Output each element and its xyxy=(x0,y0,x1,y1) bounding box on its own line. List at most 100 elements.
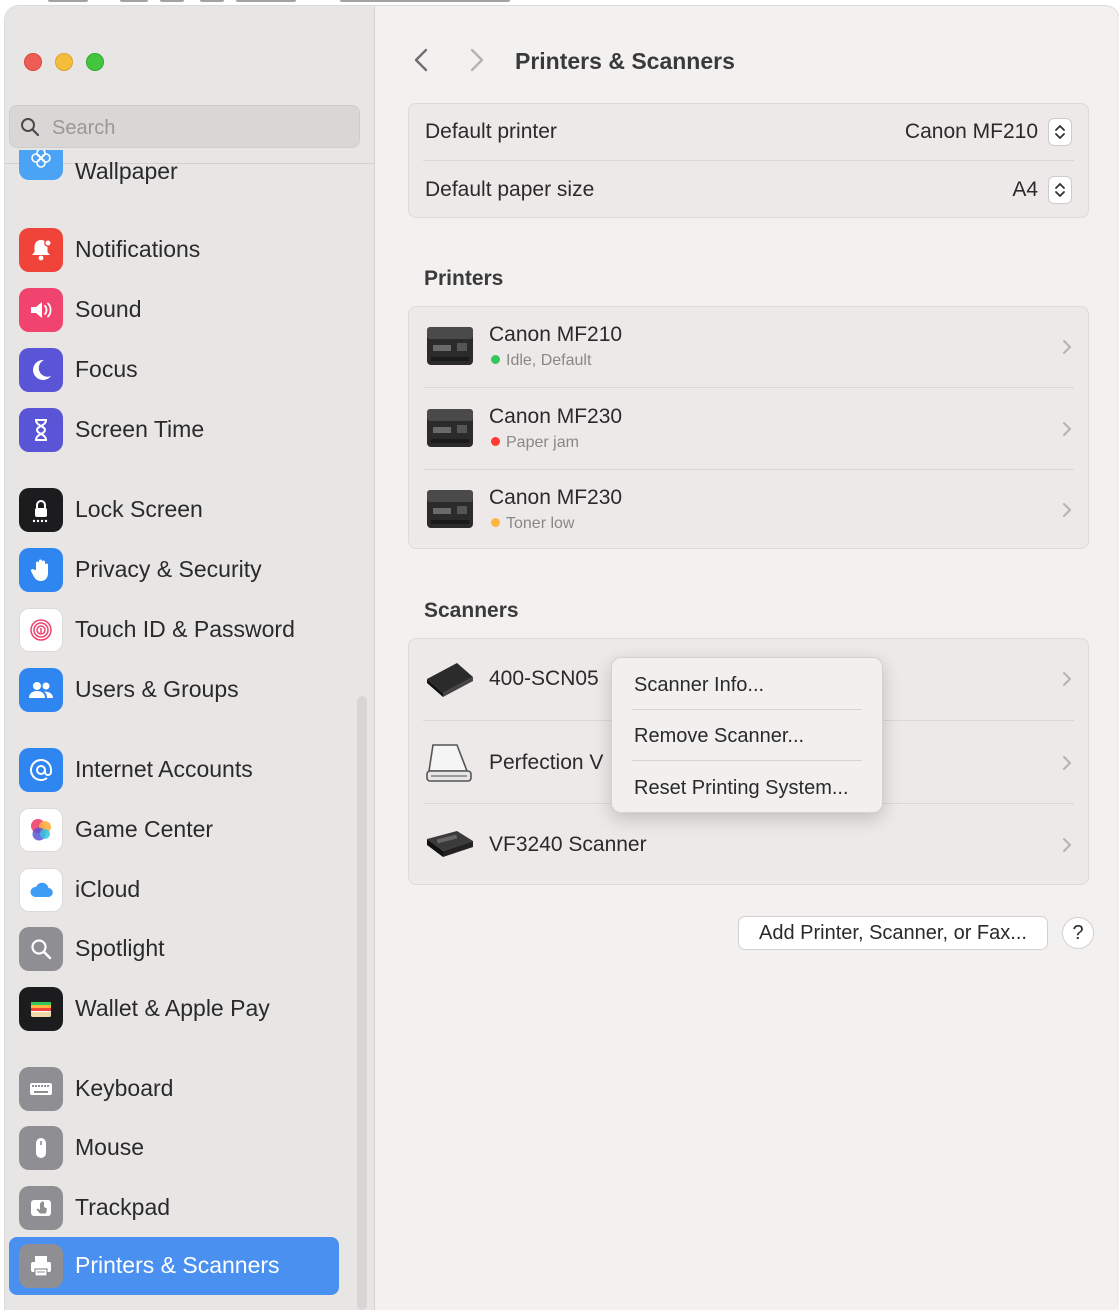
search-placeholder: Search xyxy=(52,117,116,139)
printer-device-icon xyxy=(427,327,473,365)
keyboard-icon xyxy=(19,1067,63,1111)
scanner-context-menu: Scanner Info... Remove Scanner... Reset … xyxy=(611,657,883,813)
sidebar-item-notifications[interactable]: Notifications xyxy=(9,221,339,279)
sidebar-item-label: Notifications xyxy=(75,236,201,262)
help-button[interactable]: ? xyxy=(1062,917,1094,949)
zoom-window-button[interactable] xyxy=(86,53,104,71)
sidebar-item-mouse[interactable]: Mouse xyxy=(9,1119,339,1177)
menu-item-scanner-info[interactable]: Scanner Info... xyxy=(634,674,764,697)
printer-device-icon xyxy=(427,490,473,528)
defaults-card: Default printer Canon MF210 Default pape… xyxy=(408,103,1089,218)
wallet-icon xyxy=(19,987,63,1031)
back-button[interactable] xyxy=(406,44,436,76)
status-dot-green xyxy=(491,355,500,364)
sidebar-item-internet-accounts[interactable]: Internet Accounts xyxy=(9,741,339,799)
status-dot-red xyxy=(491,437,500,446)
printer-row[interactable]: Canon MF210 Idle, Default xyxy=(409,307,1088,387)
sidebar-item-privacy-security[interactable]: Privacy & Security xyxy=(9,541,339,599)
sidebar-item-label: Focus xyxy=(75,356,138,382)
sidebar-item-label: Spotlight xyxy=(75,935,165,961)
sidebar-scrollbar[interactable] xyxy=(357,696,367,1310)
sidebar-item-icloud[interactable]: iCloud xyxy=(9,861,339,919)
flat-scanner-icon xyxy=(427,663,473,697)
scanner-row[interactable]: VF3240 Scanner xyxy=(409,805,1088,885)
printer-row[interactable]: Canon MF230 Toner low xyxy=(409,470,1088,550)
menu-item-remove-scanner[interactable]: Remove Scanner... xyxy=(634,725,804,748)
printer-name: Canon MF210 xyxy=(489,323,623,346)
printer-row[interactable]: Canon MF230 Paper jam xyxy=(409,389,1088,469)
trackpad-icon xyxy=(19,1186,63,1230)
default-paper-row[interactable]: Default paper size A4 xyxy=(423,161,1074,218)
sidebar-item-sound[interactable]: Sound xyxy=(9,281,339,339)
sidebar-item-lock-screen[interactable]: Lock Screen xyxy=(9,481,339,539)
sidebar-item-keyboard[interactable]: Keyboard xyxy=(9,1060,339,1118)
default-paper-label: Default paper size xyxy=(425,178,595,201)
printer-name: Canon MF230 xyxy=(489,405,623,428)
speaker-icon xyxy=(19,288,63,332)
default-printer-value[interactable]: Canon MF210 xyxy=(905,120,1038,144)
page-title: Printers & Scanners xyxy=(515,48,735,74)
default-printer-popup[interactable] xyxy=(1048,118,1072,146)
up-down-chevron-icon xyxy=(1055,183,1065,197)
sidebar-item-label: Screen Time xyxy=(75,416,205,442)
sidebar-item-game-center[interactable]: Game Center xyxy=(9,801,339,859)
forward-button[interactable] xyxy=(462,44,492,76)
printer-status: Paper jam xyxy=(491,434,579,452)
document-scanner-icon xyxy=(427,831,473,857)
minimize-window-button[interactable] xyxy=(55,53,73,71)
sidebar-item-wallet[interactable]: Wallet & Apple Pay xyxy=(9,980,339,1038)
sidebar-item-wallpaper[interactable]: Wallpaper xyxy=(9,150,339,194)
menu-separator xyxy=(632,709,862,710)
sidebar-item-printers-scanners[interactable]: Printers & Scanners xyxy=(9,1237,339,1295)
chevron-right-icon xyxy=(470,48,484,72)
sidebar-item-trackpad[interactable]: Trackpad xyxy=(9,1179,339,1237)
chevron-left-icon xyxy=(414,48,428,72)
default-printer-row[interactable]: Default printer Canon MF210 xyxy=(423,104,1074,161)
scanner-name: VF3240 Scanner xyxy=(489,833,647,856)
at-icon xyxy=(19,748,63,792)
scanner-name: Perfection V xyxy=(489,751,604,774)
flatbed-scanner-icon xyxy=(426,744,472,782)
default-paper-popup[interactable] xyxy=(1048,176,1072,204)
sidebar-item-label: Keyboard xyxy=(75,1075,174,1101)
default-paper-value[interactable]: A4 xyxy=(1012,178,1038,202)
mouse-icon xyxy=(19,1126,63,1170)
sidebar-item-label: Privacy & Security xyxy=(75,556,262,582)
printer-icon xyxy=(19,1244,63,1288)
sidebar-item-users-groups[interactable]: Users & Groups xyxy=(9,661,339,719)
sidebar-item-label: Wallet & Apple Pay xyxy=(75,995,270,1021)
moon-icon xyxy=(19,348,63,392)
default-printer-label: Default printer xyxy=(425,120,557,143)
wallpaper-icon xyxy=(19,150,63,180)
chevron-right-icon xyxy=(1063,422,1071,436)
chevron-right-icon xyxy=(1063,756,1071,770)
main-pane: Printers & Scanners Default printer Cano… xyxy=(376,6,1119,1310)
menu-item-reset-printing-system[interactable]: Reset Printing System... xyxy=(634,777,849,800)
cloud-icon xyxy=(19,868,63,912)
sidebar-item-focus[interactable]: Focus xyxy=(9,341,339,399)
lock-icon xyxy=(19,488,63,532)
search-icon xyxy=(21,118,40,137)
sidebar-item-label: Wallpaper xyxy=(75,158,178,184)
magnifier-icon xyxy=(19,927,63,971)
game-center-icon xyxy=(19,808,63,852)
sidebar-item-screen-time[interactable]: Screen Time xyxy=(9,401,339,459)
users-icon xyxy=(19,668,63,712)
sidebar: Search Wallpaper Notifications Sound Foc… xyxy=(5,6,375,1310)
fingerprint-icon xyxy=(19,608,63,652)
sidebar-item-label: Printers & Scanners xyxy=(75,1252,280,1278)
search-field[interactable]: Search xyxy=(9,105,360,148)
printer-status: Idle, Default xyxy=(491,352,591,370)
sidebar-item-label: Lock Screen xyxy=(75,496,203,522)
scanners-section-title: Scanners xyxy=(424,599,519,622)
sidebar-item-label: Users & Groups xyxy=(75,676,239,702)
sidebar-item-spotlight[interactable]: Spotlight xyxy=(9,920,339,978)
printer-device-icon xyxy=(427,409,473,447)
close-window-button[interactable] xyxy=(24,53,42,71)
sidebar-item-label: Mouse xyxy=(75,1134,145,1160)
printer-status: Toner low xyxy=(491,515,574,533)
scanner-name: 400-SCN05 xyxy=(489,667,599,690)
add-printer-scanner-fax-button[interactable]: Add Printer, Scanner, or Fax... xyxy=(738,916,1048,950)
sidebar-item-label: Game Center xyxy=(75,816,214,842)
sidebar-item-touch-id[interactable]: Touch ID & Password xyxy=(9,601,339,659)
